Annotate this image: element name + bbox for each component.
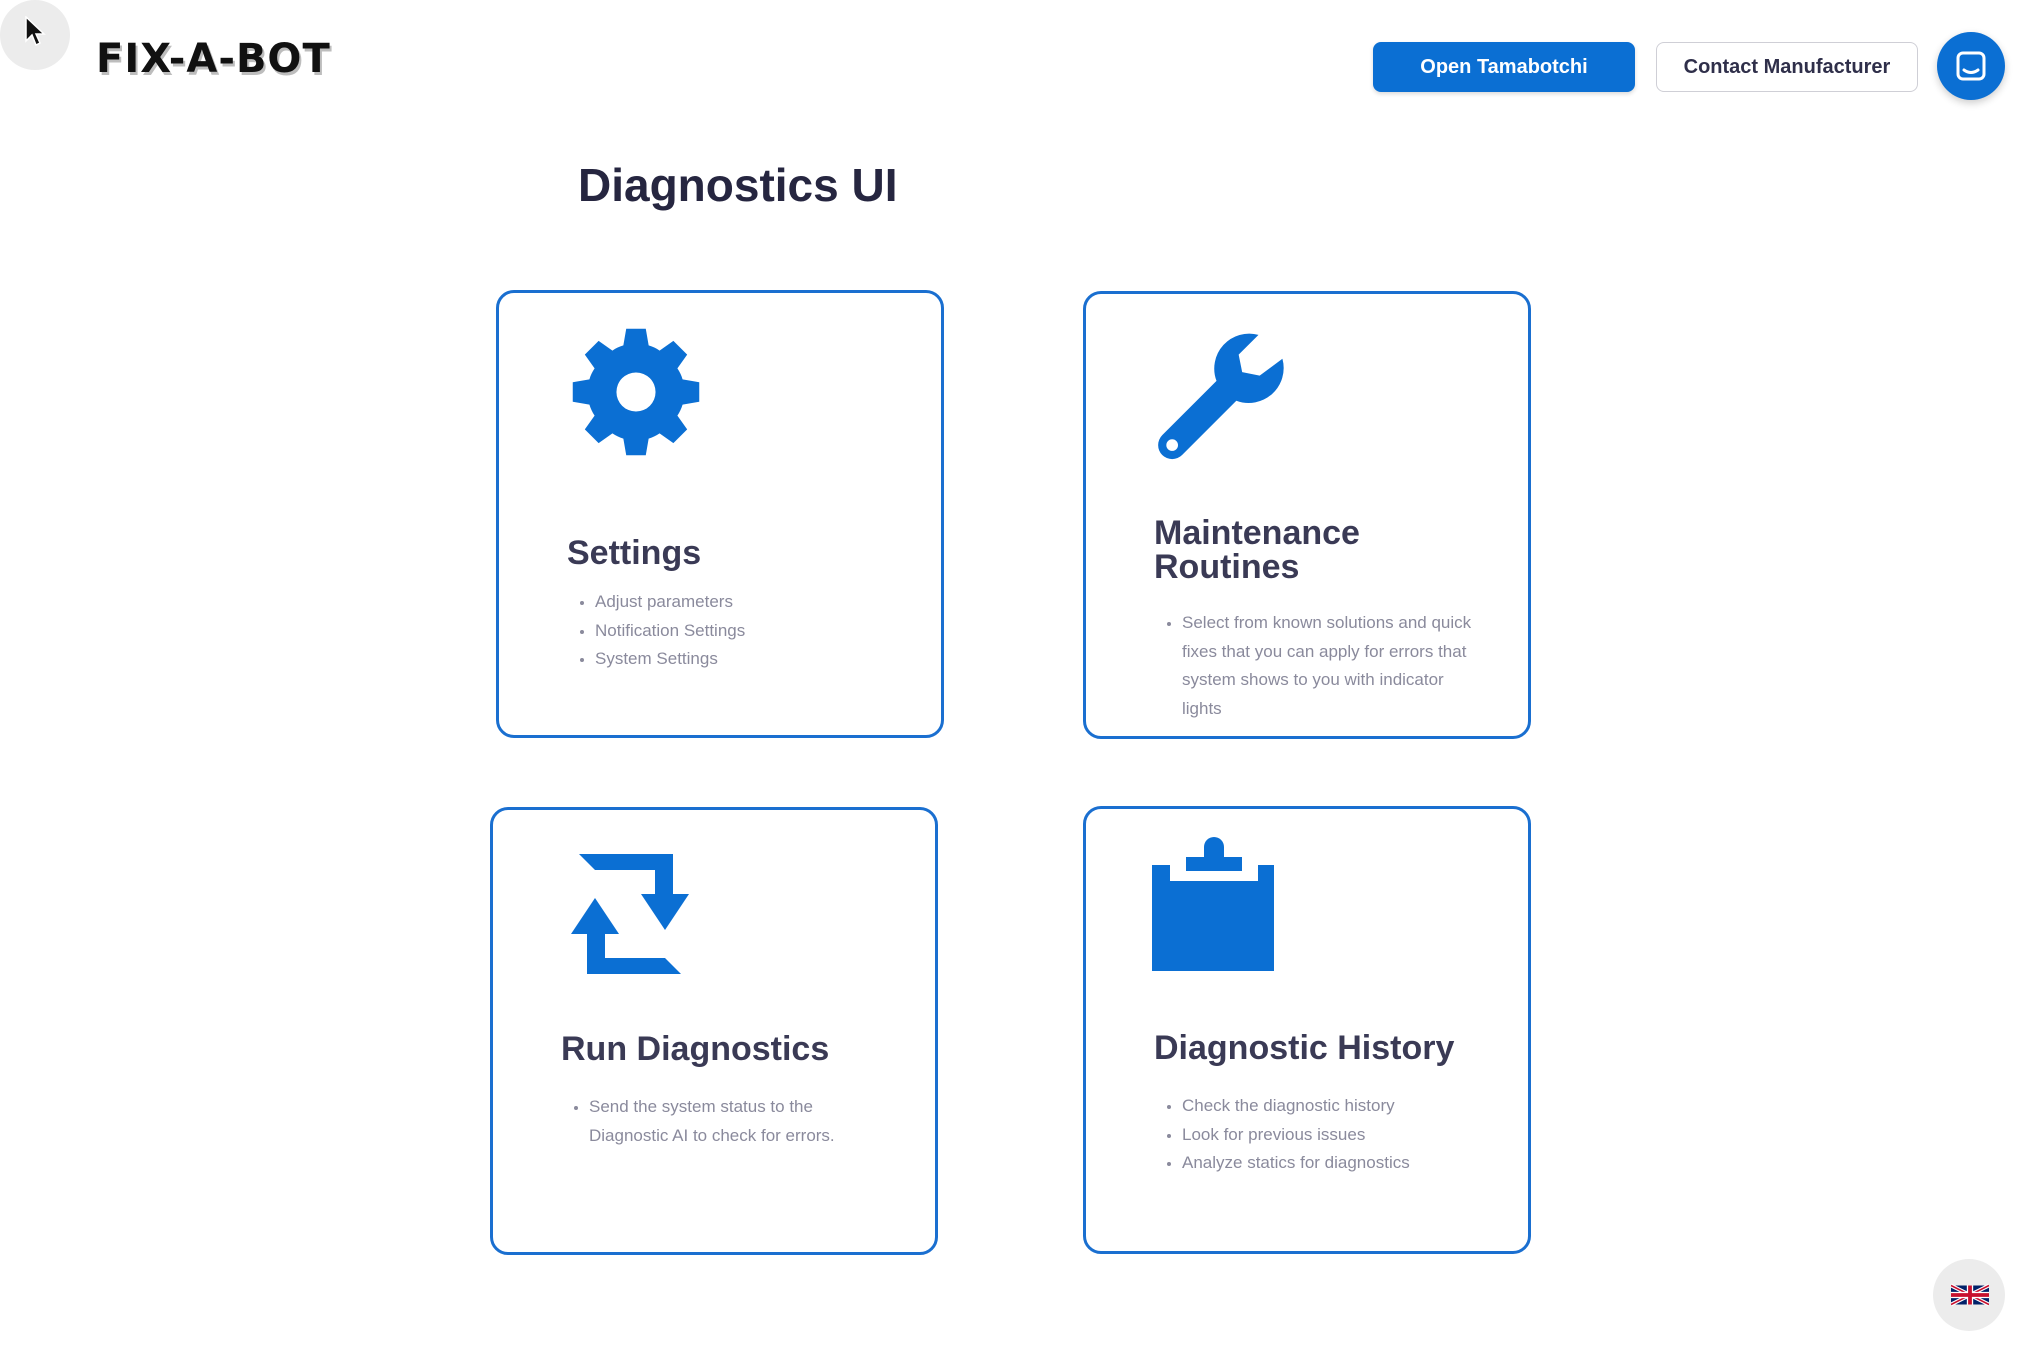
open-tamabotchi-button[interactable]: Open Tamabotchi <box>1373 42 1635 92</box>
list-item: Adjust parameters <box>595 588 895 617</box>
list-item: Select from known solutions and quick fi… <box>1182 609 1482 723</box>
list-item: Analyze statics for diagnostics <box>1182 1149 1482 1178</box>
app-logo[interactable]: FIX-A-BOT <box>96 36 331 82</box>
page-title: Diagnostics UI <box>578 159 898 211</box>
list-item: Check the diagnostic history <box>1182 1092 1482 1121</box>
contact-manufacturer-button[interactable]: Contact Manufacturer <box>1656 42 1918 92</box>
wrench-icon <box>1158 333 1284 460</box>
clipboard-icon <box>1152 837 1274 971</box>
list-item: System Settings <box>595 645 895 674</box>
card-feature-list: Adjust parameters Notification Settings … <box>571 588 895 674</box>
language-selector-button[interactable] <box>1933 1259 2005 1331</box>
run-diagnostics-card[interactable]: Run Diagnostics Send the system status t… <box>490 807 938 1255</box>
card-title: Settings <box>567 534 702 572</box>
chat-button[interactable] <box>1937 32 2005 100</box>
list-item: Send the system status to the Diagnostic… <box>589 1093 889 1150</box>
uk-flag-icon <box>1951 1283 1989 1307</box>
settings-card[interactable]: Settings Adjust parameters Notification … <box>496 290 944 738</box>
card-feature-list: Check the diagnostic history Look for pr… <box>1158 1092 1482 1178</box>
list-item: Look for previous issues <box>1182 1121 1482 1150</box>
card-title: Maintenance Routines <box>1154 514 1360 586</box>
mouse-pointer-icon <box>25 16 46 47</box>
maintenance-routines-card[interactable]: Maintenance Routines Select from known s… <box>1083 291 1531 739</box>
chat-icon <box>1956 51 1986 81</box>
card-feature-list: Send the system status to the Diagnostic… <box>565 1093 889 1150</box>
list-item: Notification Settings <box>595 617 895 646</box>
gear-icon <box>572 328 700 456</box>
card-title: Run Diagnostics <box>561 1030 830 1068</box>
cursor-indicator <box>0 0 70 70</box>
card-title: Diagnostic History <box>1154 1029 1455 1067</box>
diagnostic-history-card[interactable]: Diagnostic History Check the diagnostic … <box>1083 806 1531 1254</box>
card-feature-list: Select from known solutions and quick fi… <box>1158 609 1482 723</box>
refresh-icon <box>571 854 689 974</box>
